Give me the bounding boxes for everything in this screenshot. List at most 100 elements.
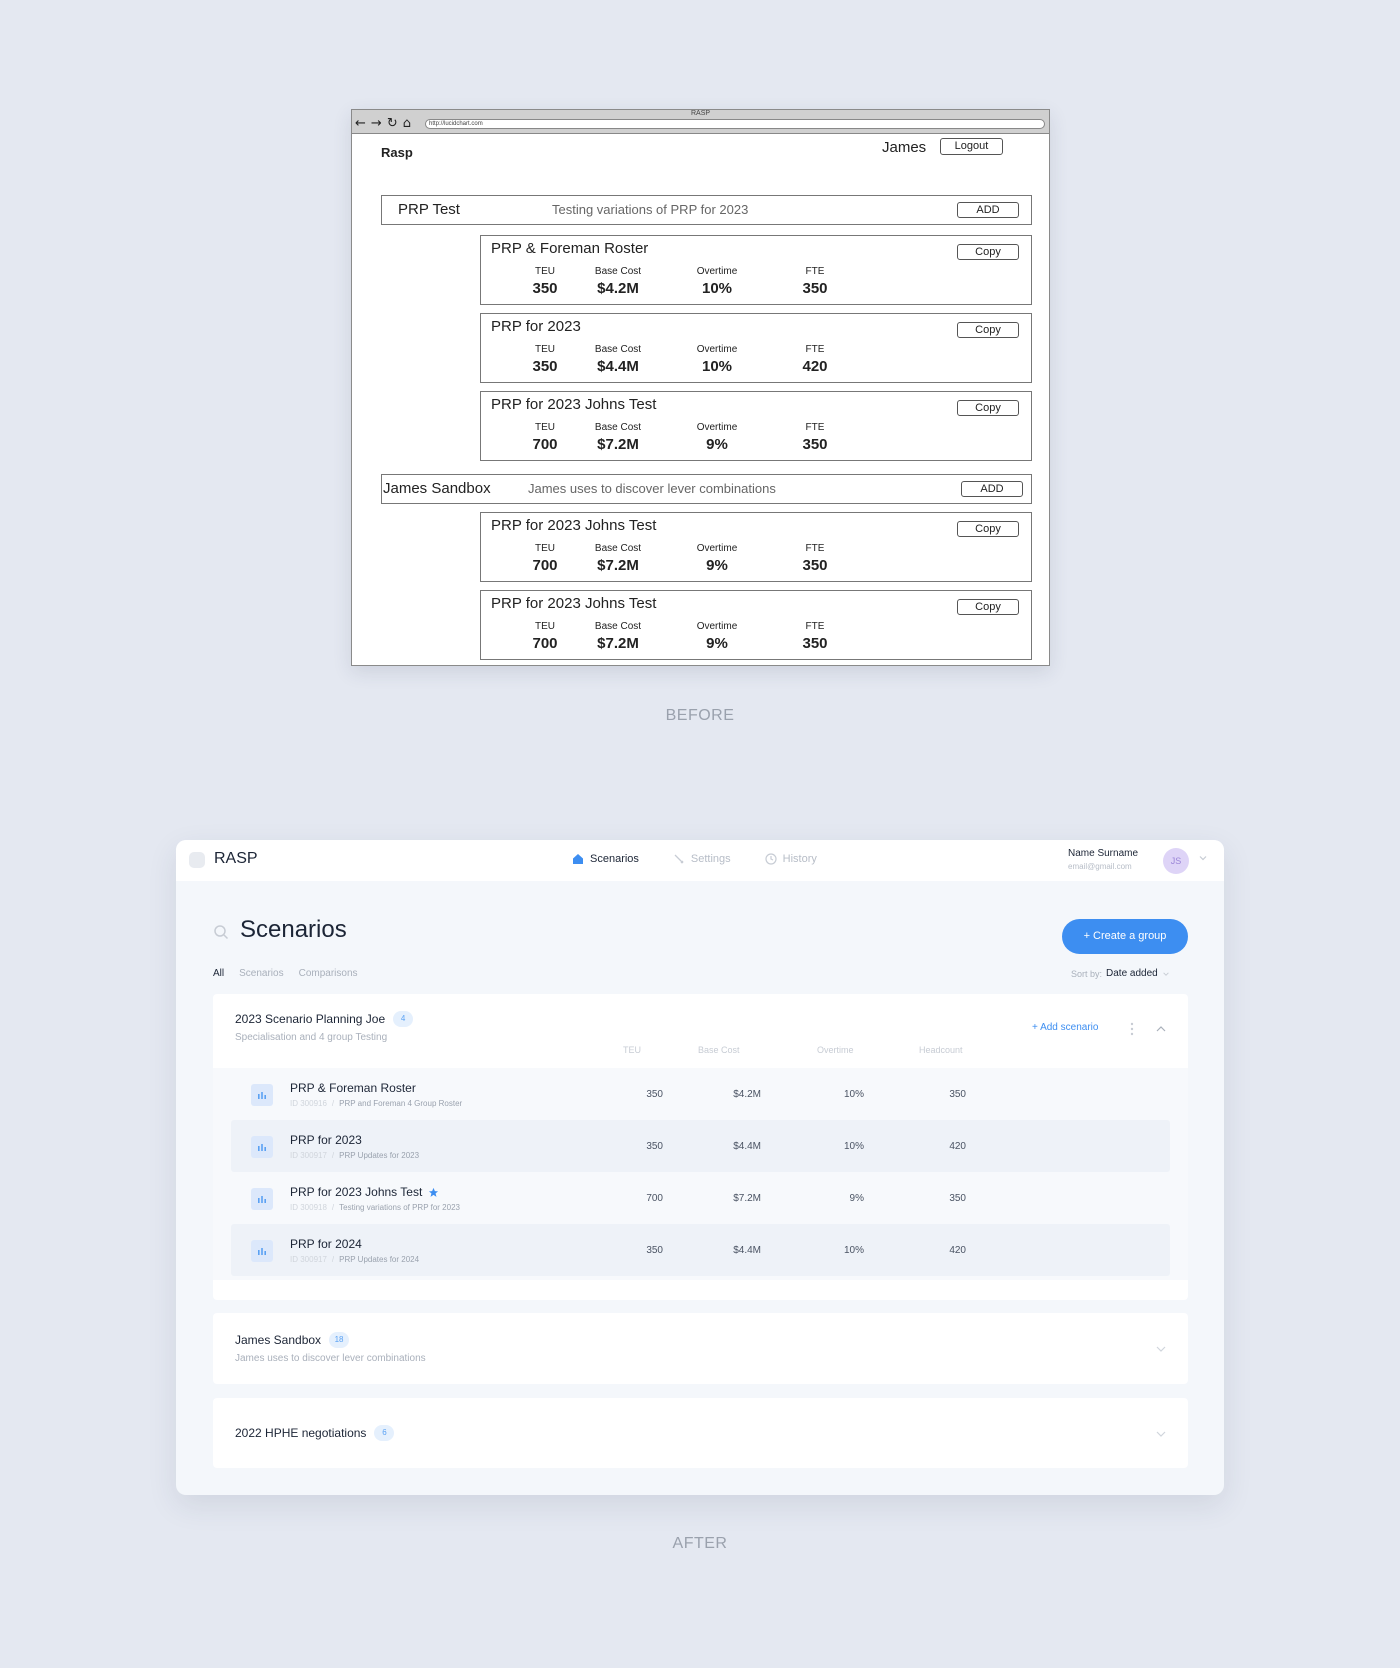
column-header-overtime: Overtime [817,1045,854,1055]
metric: Base Cost $4.2M [578,266,658,300]
tab-all[interactable]: All [213,968,224,979]
tab-scenarios[interactable]: Scenarios [239,968,283,979]
group-title: 2023 Scenario Planning Joe [235,1012,386,1026]
filter-tabs: All Scenarios Comparisons [213,968,358,979]
wireframe-card: PRP for 2023 Copy TEU 350 Base Cost $4.4… [480,313,1032,383]
wireframe-card: PRP for 2023 Johns Test Copy TEU 700 Bas… [480,391,1032,461]
base-cost-cell: $4.4M [733,1245,761,1256]
copy-button[interactable]: Copy [957,521,1019,537]
main-nav: Scenarios Settings History [572,853,817,865]
tab-comparisons[interactable]: Comparisons [299,968,358,979]
scenario-list: PRP & Foreman Roster ID 300916/PRP and F… [213,1068,1188,1280]
forward-arrow-icon[interactable]: → [371,117,382,131]
home-icon[interactable]: ⌂ [403,117,411,131]
group-panel[interactable]: James Sandbox 18 James uses to discover … [213,1313,1188,1384]
user-email: email@gmail.com [1068,862,1132,871]
metric: TEU 350 [505,266,585,300]
metric-label: Base Cost [594,422,642,433]
metric-label: Base Cost [594,266,642,277]
scenario-id: ID 300918 [290,1203,327,1212]
back-arrow-icon[interactable]: ← [355,117,366,131]
metric-value: $7.2M [597,557,639,574]
add-scenario-link[interactable]: + Add scenario [1032,1022,1098,1033]
group-panel[interactable]: 2022 HPHE negotiations 6 [213,1398,1188,1468]
reload-icon[interactable]: ↻ [387,117,398,131]
group-description: James uses to discover lever combination… [235,1353,426,1364]
sort-control[interactable]: Sort by: Date added [1071,968,1170,979]
metric: TEU 700 [505,422,585,456]
group-description: James uses to discover lever combination… [528,481,776,496]
metric: Overtime 9% [677,621,757,655]
create-group-button[interactable]: + Create a group [1062,919,1188,954]
metric: Base Cost $7.2M [578,543,658,577]
teu-cell: 350 [646,1245,663,1256]
metric: Overtime 10% [677,266,757,300]
metric-label: FTE [805,621,825,632]
avatar[interactable]: JS [1163,848,1189,874]
chevron-down-icon[interactable] [1198,853,1208,863]
group-description: Testing variations of PRP for 2023 [552,202,749,217]
metric-label: Base Cost [594,621,642,632]
more-options-icon[interactable] [1129,1022,1135,1036]
copy-button[interactable]: Copy [957,599,1019,615]
table-row[interactable]: PRP for 2023 Johns Test ID 300918/Testin… [231,1172,1170,1224]
copy-button[interactable]: Copy [957,322,1019,338]
wireframe-card: PRP & Foreman Roster Copy TEU 350 Base C… [480,235,1032,305]
card-title: PRP & Foreman Roster [491,240,649,257]
base-cost-cell: $4.2M [733,1089,761,1100]
star-icon[interactable] [428,1187,439,1198]
scenario-title: PRP for 2023 [290,1133,362,1147]
nav-scenarios[interactable]: Scenarios [572,853,639,865]
column-header-teu: TEU [623,1045,641,1055]
group-header[interactable]: 2023 Scenario Planning Joe 4 [235,1011,414,1027]
chevron-up-icon[interactable] [1155,1023,1167,1035]
table-row[interactable]: PRP for 2024 ID 300917/PRP Updates for 2… [231,1224,1170,1276]
add-button[interactable]: ADD [961,481,1023,497]
card-title: PRP for 2023 Johns Test [491,517,657,534]
page-title: Scenarios [240,916,347,943]
scenario-description: PRP Updates for 2024 [339,1255,420,1264]
table-row[interactable]: PRP for 2023 ID 300917/PRP Updates for 2… [231,1120,1170,1172]
nav-history[interactable]: History [765,853,817,865]
user-name: Name Surname [1068,848,1139,859]
metric: FTE 350 [775,266,855,300]
table-row[interactable]: PRP & Foreman Roster ID 300916/PRP and F… [231,1068,1170,1120]
logo-icon [189,852,205,868]
logout-button[interactable]: Logout [940,138,1003,155]
metric-value: $4.2M [597,280,639,297]
group-description: Specialisation and 4 group Testing [235,1032,388,1043]
search-icon[interactable] [213,924,229,940]
scenario-meta: ID 300916/PRP and Foreman 4 Group Roster [290,1099,463,1108]
metric-value: 350 [802,436,828,453]
scenario-meta: ID 300917/PRP Updates for 2024 [290,1255,420,1264]
metric-label: TEU [535,266,555,277]
group-header[interactable]: James Sandbox 18 [235,1332,350,1348]
group-title: James Sandbox [235,1333,322,1347]
metric: TEU 700 [505,543,585,577]
chevron-down-icon[interactable] [1155,1428,1167,1440]
metric-value: 350 [802,280,828,297]
group-name: PRP Test [398,201,460,218]
metric-label: TEU [535,543,555,554]
url-bar[interactable]: http://lucidchart.com [425,119,1045,129]
copy-button[interactable]: Copy [957,244,1019,260]
chevron-down-icon[interactable] [1155,1343,1167,1355]
wireframe-window: RASP ← → ↻ ⌂ http://lucidchart.com Rasp … [351,109,1050,666]
group-header[interactable]: 2022 HPHE negotiations 6 [235,1425,395,1441]
copy-button[interactable]: Copy [957,400,1019,416]
chart-icon [251,1188,273,1210]
nav-settings[interactable]: Settings [673,853,731,865]
scenario-description: PRP Updates for 2023 [339,1151,420,1160]
card-title: PRP for 2023 Johns Test [491,595,657,612]
scenario-name: PRP for 2024 [290,1237,362,1251]
add-button[interactable]: ADD [957,202,1019,218]
metric: FTE 350 [775,543,855,577]
base-cost-cell: $7.2M [733,1193,761,1204]
group-panel: 2023 Scenario Planning Joe 4 Specialisat… [213,994,1188,1300]
metric-value: 9% [706,436,728,453]
sort-value: Date added [1106,968,1158,979]
metric-value: 350 [532,358,558,375]
scenario-description: PRP and Foreman 4 Group Roster [339,1099,463,1108]
metric-label: FTE [805,543,825,554]
count-badge: 6 [374,1425,395,1441]
